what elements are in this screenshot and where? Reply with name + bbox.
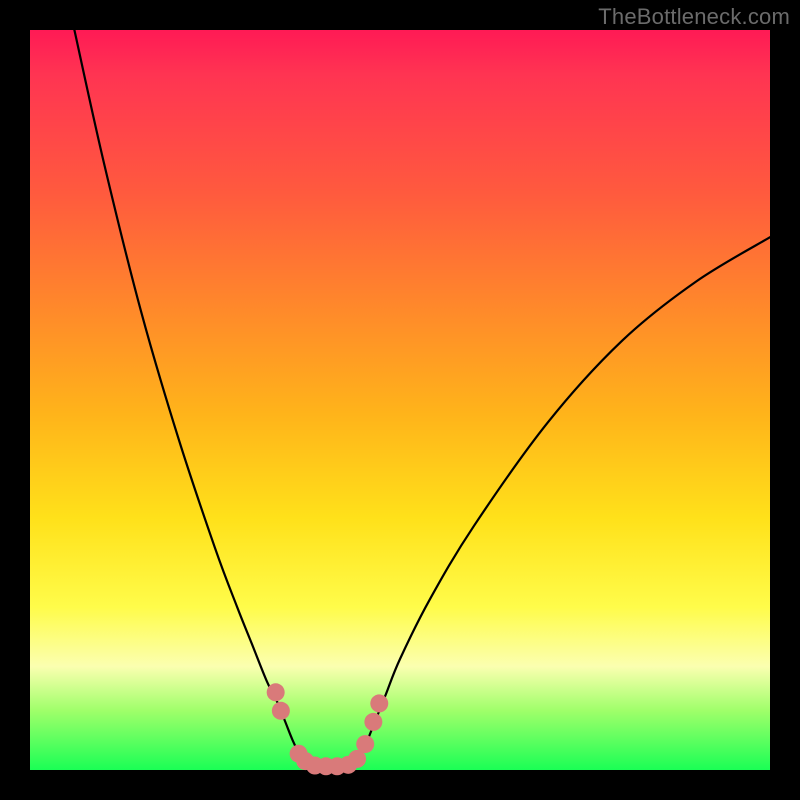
plot-area <box>30 30 770 770</box>
marker-dot <box>356 735 374 753</box>
marker-dot <box>364 713 382 731</box>
marker-dot <box>272 702 290 720</box>
marker-dot <box>370 694 388 712</box>
curve-lines <box>74 30 770 767</box>
chart-svg <box>30 30 770 770</box>
marker-dots <box>267 683 389 775</box>
chart-frame: TheBottleneck.com <box>0 0 800 800</box>
marker-dot <box>267 683 285 701</box>
series-left-branch <box>74 30 307 764</box>
series-right-branch <box>356 237 770 764</box>
watermark-text: TheBottleneck.com <box>598 4 790 30</box>
